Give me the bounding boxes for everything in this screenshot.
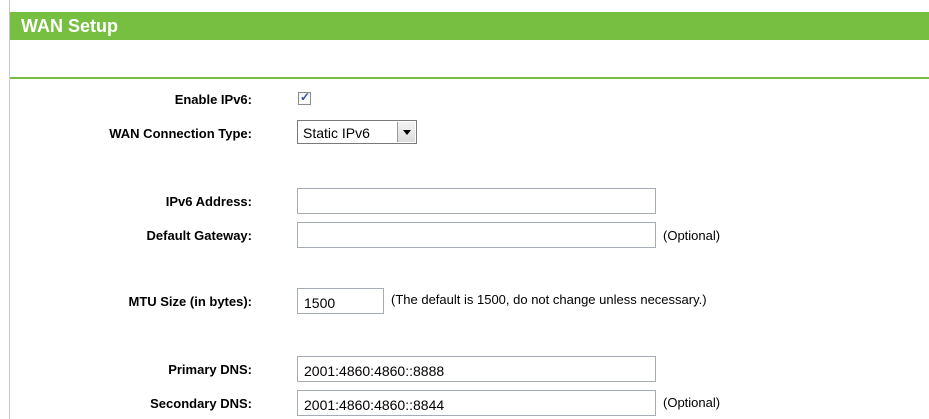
- ipv6-address-input[interactable]: [297, 188, 656, 214]
- default-gateway-optional-note: (Optional): [663, 228, 721, 243]
- secondary-dns-input[interactable]: [297, 390, 656, 416]
- enable-ipv6-checkbox[interactable]: ✓: [298, 90, 311, 105]
- mtu-size-input[interactable]: [297, 288, 384, 314]
- header-divider: [10, 77, 929, 79]
- section-header: WAN Setup: [10, 12, 929, 40]
- ipv6-address-label: IPv6 Address:: [165, 194, 252, 209]
- secondary-dns-label: Secondary DNS:: [150, 396, 252, 411]
- mtu-size-label: MTU Size (in bytes):: [128, 294, 252, 309]
- chevron-down-icon[interactable]: [397, 122, 415, 142]
- checkmark-icon: ✓: [300, 90, 311, 104]
- primary-dns-input[interactable]: [297, 356, 656, 382]
- default-gateway-input[interactable]: [297, 222, 656, 248]
- default-gateway-label: Default Gateway:: [146, 228, 252, 243]
- primary-dns-label: Primary DNS:: [168, 362, 252, 377]
- wan-connection-type-label: WAN Connection Type:: [109, 126, 252, 141]
- mtu-size-note: (The default is 1500, do not change unle…: [391, 292, 707, 307]
- wan-connection-type-value: Static IPv6: [303, 125, 370, 141]
- secondary-dns-optional-note: (Optional): [663, 395, 721, 410]
- wan-connection-type-select[interactable]: Static IPv6: [297, 120, 417, 144]
- section-title: WAN Setup: [21, 16, 118, 36]
- enable-ipv6-label: Enable IPv6:: [174, 92, 252, 107]
